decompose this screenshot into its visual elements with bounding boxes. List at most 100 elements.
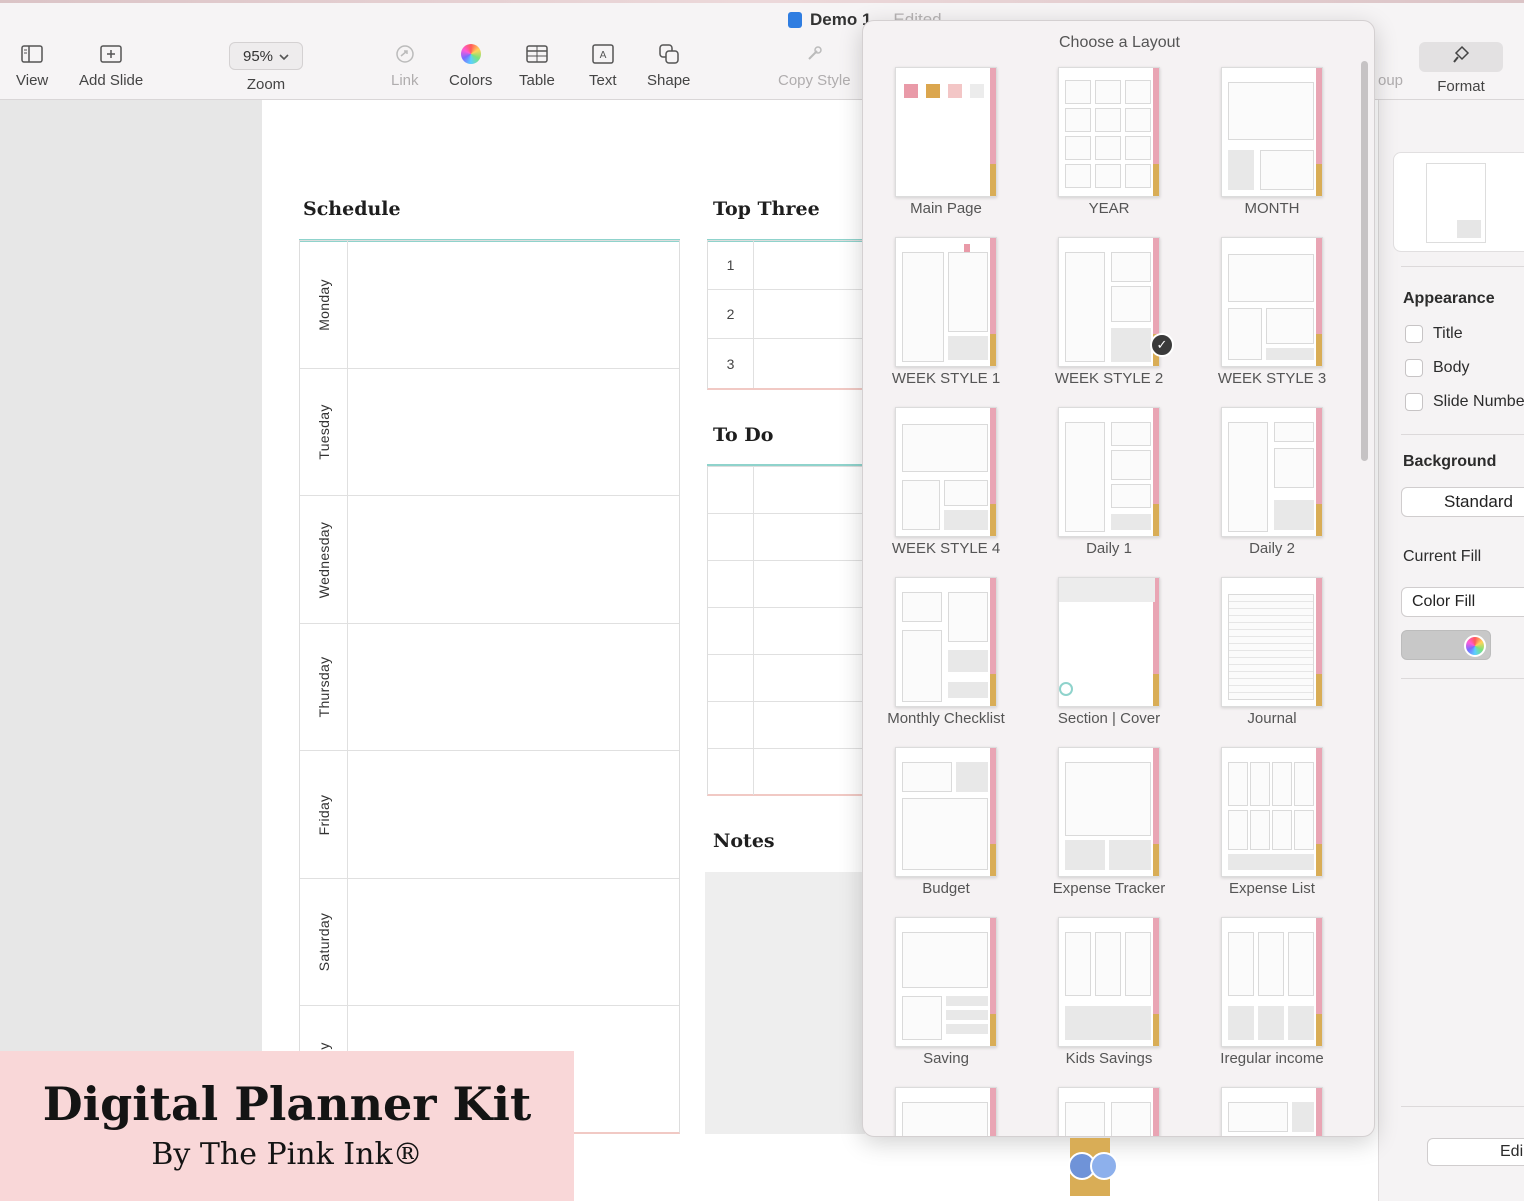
layout-monthly-checklist[interactable]: Monthly Checklist (863, 577, 1023, 737)
add-slide-button[interactable]: Add Slide (79, 42, 143, 89)
schedule-table[interactable]: Monday Tuesday Wednesday Thursday Friday… (299, 240, 680, 1134)
text-label: Text (589, 72, 617, 89)
standard-background-button[interactable]: Standard (1401, 487, 1524, 517)
table-button[interactable]: Table (519, 42, 555, 89)
top-three-row[interactable]: 2 (708, 290, 866, 339)
layout-daily-2[interactable]: Daily 2 (1189, 407, 1349, 567)
layout-label: Budget (922, 880, 970, 897)
popover-scrollbar[interactable] (1361, 61, 1368, 461)
day-label: Monday (315, 278, 332, 331)
shape-button[interactable]: Shape (647, 42, 690, 89)
layout-thumbnail (895, 917, 997, 1047)
text-button[interactable]: A Text (589, 42, 617, 89)
layout-week-style-2[interactable]: ✓ WEEK STYLE 2 (1026, 237, 1186, 397)
layout-daily-1[interactable]: Daily 1 (1026, 407, 1186, 567)
todo-row[interactable] (708, 608, 866, 655)
schedule-row[interactable]: Wednesday (300, 496, 679, 624)
group-button[interactable]: oup (1378, 42, 1403, 89)
selected-check-icon: ✓ (1150, 333, 1174, 357)
slide-number-checkbox[interactable]: Slide Numbe (1405, 393, 1524, 411)
layout-budget[interactable]: Budget (863, 747, 1023, 907)
todo-table[interactable] (707, 466, 867, 796)
body-checkbox-label: Body (1433, 359, 1470, 376)
schedule-row[interactable]: Monday (300, 241, 679, 369)
current-layout-thumbnail[interactable] (1393, 152, 1524, 252)
layout-journal[interactable]: Journal (1189, 577, 1349, 737)
todo-checkbox-cell[interactable] (708, 467, 754, 513)
layout-thumbnail (895, 237, 997, 367)
color-wheel-icon[interactable] (1464, 635, 1486, 657)
layout-label: Monthly Checklist (887, 710, 1005, 727)
top-three-row[interactable]: 1 (708, 241, 866, 290)
layout-irregular-income[interactable]: Iregular income (1189, 917, 1349, 1077)
layout-week-style-4[interactable]: WEEK STYLE 4 (863, 407, 1023, 567)
link-button[interactable]: Link (391, 42, 419, 89)
todo-checkbox-cell[interactable] (708, 655, 754, 701)
current-fill-label: Current Fill (1403, 548, 1482, 565)
layout-year[interactable]: YEAR (1026, 67, 1186, 227)
checkbox-box[interactable] (1405, 359, 1423, 377)
layout-section-cover[interactable]: Section | Cover (1026, 577, 1186, 737)
top-three-row[interactable]: 3 (708, 339, 866, 388)
day-cell: Thursday (300, 624, 348, 750)
layout-side-project[interactable] (1189, 1087, 1349, 1136)
body-checkbox[interactable]: Body (1405, 359, 1469, 377)
collaborate-icon (1090, 1152, 1118, 1180)
todo-row[interactable] (708, 561, 866, 608)
checkbox-box[interactable] (1405, 325, 1423, 343)
top-three-table[interactable]: 1 2 3 (707, 240, 867, 390)
layout-thumbnail (895, 577, 997, 707)
group-label: oup (1378, 72, 1404, 89)
notes-area[interactable] (705, 872, 865, 1134)
layout-month[interactable]: MONTH (1189, 67, 1349, 227)
day-cell: Wednesday (300, 496, 348, 623)
layout-thumbnail (1058, 67, 1160, 197)
layout-main-page[interactable]: Main Page (863, 67, 1023, 227)
todo-row[interactable] (708, 467, 866, 514)
divider (1401, 678, 1524, 679)
day-cell: Friday (300, 751, 348, 878)
checkbox-box[interactable] (1405, 393, 1423, 411)
todo-row[interactable] (708, 514, 866, 561)
layout-school-expenses[interactable] (863, 1087, 1023, 1136)
zoom-control[interactable]: 95% Zoom (229, 42, 303, 93)
layout-week-style-3[interactable]: WEEK STYLE 3 (1189, 237, 1349, 397)
color-well[interactable] (1401, 630, 1491, 660)
edit-master-button[interactable]: Edi (1427, 1138, 1524, 1166)
schedule-row[interactable]: Friday (300, 751, 679, 879)
todo-checkbox-cell[interactable] (708, 749, 754, 795)
todo-row[interactable] (708, 749, 866, 795)
brand-banner: Digital Planner Kit By The Pink Ink® (0, 1051, 574, 1201)
title-checkbox[interactable]: Title (1405, 325, 1463, 343)
layout-week-style-1[interactable]: WEEK STYLE 1 (863, 237, 1023, 397)
layout-wish-list[interactable] (1026, 1087, 1186, 1136)
todo-checkbox-cell[interactable] (708, 702, 754, 748)
zoom-dropdown[interactable]: 95% (229, 42, 303, 70)
todo-row[interactable] (708, 655, 866, 702)
view-button[interactable]: View (16, 42, 48, 89)
todo-checkbox-cell[interactable] (708, 608, 754, 654)
format-button[interactable]: Format (1419, 42, 1503, 95)
copy-style-button[interactable]: Copy Style (778, 42, 851, 89)
todo-checkbox-cell[interactable] (708, 514, 754, 560)
layout-saving[interactable]: Saving (863, 917, 1023, 1077)
layout-expense-list[interactable]: Expense List (1189, 747, 1349, 907)
layout-label: WEEK STYLE 4 (891, 540, 1001, 557)
schedule-row[interactable]: Saturday (300, 879, 679, 1006)
slide-navigator-handle[interactable] (1068, 1138, 1118, 1196)
layout-kids-savings[interactable]: Kids Savings (1026, 917, 1186, 1077)
fill-type-select[interactable]: Color Fill (1401, 587, 1524, 617)
layout-expense-tracker[interactable]: Expense Tracker (1026, 747, 1186, 907)
layout-label: Daily 1 (1086, 540, 1132, 557)
schedule-row[interactable]: Tuesday (300, 369, 679, 496)
todo-checkbox-cell[interactable] (708, 561, 754, 607)
choose-layout-popover[interactable]: Choose a Layout Main Page YEAR MONTH WEE… (862, 20, 1375, 1137)
brand-subtitle: By The Pink Ink® (151, 1137, 423, 1172)
todo-row[interactable] (708, 702, 866, 749)
schedule-row[interactable]: Thursday (300, 624, 679, 751)
layout-label: Kids Savings (1065, 1050, 1153, 1067)
row-number: 1 (708, 241, 754, 289)
layout-label: WEEK STYLE 3 (1217, 370, 1327, 387)
day-label: Saturday (315, 912, 332, 972)
colors-button[interactable]: Colors (449, 42, 492, 89)
